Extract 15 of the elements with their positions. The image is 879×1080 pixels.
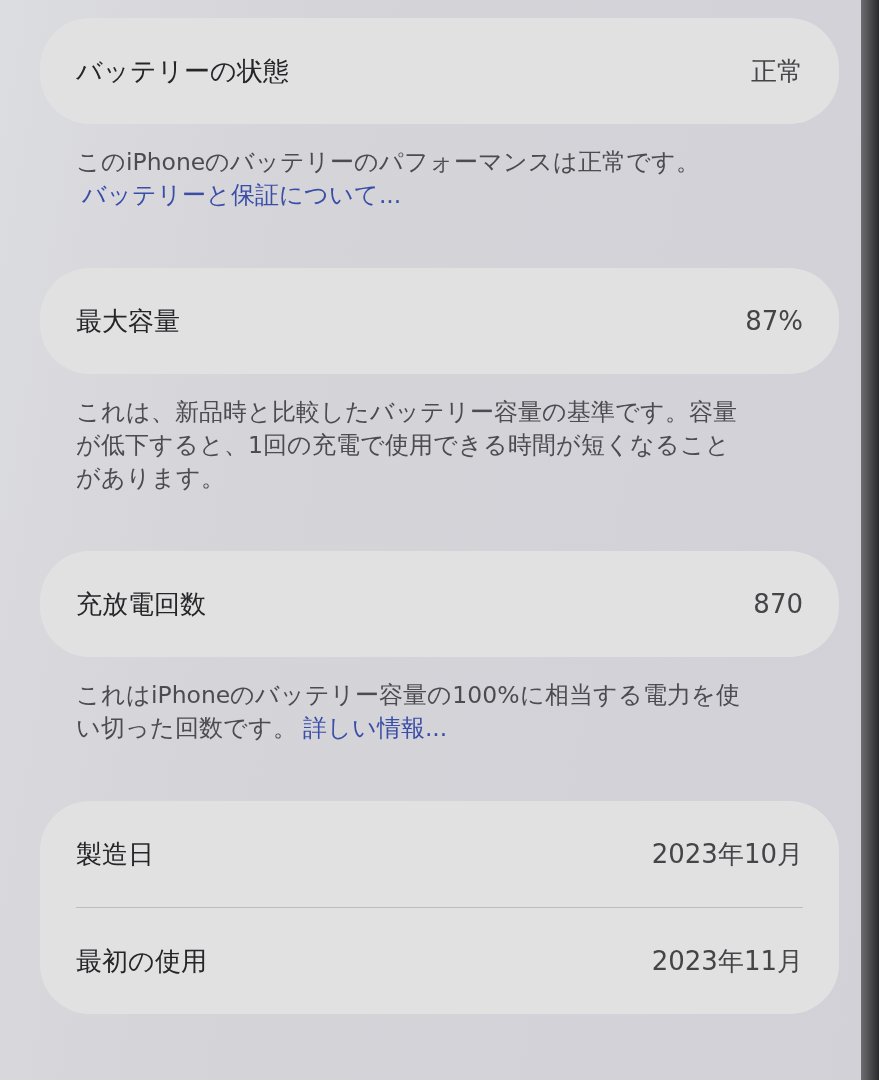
footer-note: これはiPhoneのバッテリー容量の100%に相当する電力を使い切った回数です。 詳しい情報... [75, 680, 741, 744]
row-value: 870 [753, 589, 803, 619]
footer-note: これは、新品時と比較したバッテリー容量の基準です。容量が低下すると、1回の充電で使用できる時間が短くなることがあります。 [75, 397, 738, 494]
footer-note: このiPhoneのバッテリーのパフォーマンスは正常です。 バッテリーと保証について... [75, 147, 702, 211]
row-value: 2023年10月 [651, 837, 803, 871]
row-value: 2023年11月 [651, 944, 803, 978]
footer-link[interactable]: 詳しい情報... [302, 714, 448, 742]
row-value: 正常 [751, 54, 803, 88]
row-label: 充放電回数 [76, 587, 206, 621]
row-label: 製造日 [76, 837, 154, 871]
row-value: 87% [745, 306, 803, 336]
row-label: バッテリーの状態 [76, 54, 289, 88]
row-label: 最初の使用 [76, 944, 207, 978]
footer-link[interactable]: バッテリーと保証について... [81, 181, 402, 209]
row-label: 最大容量 [76, 304, 180, 338]
